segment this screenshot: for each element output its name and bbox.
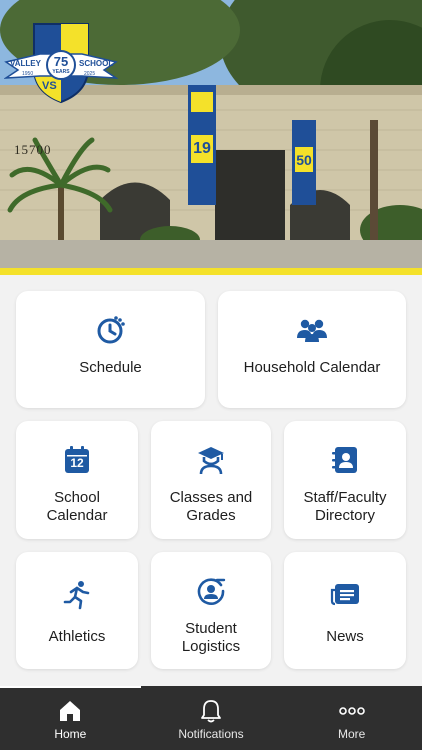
tile-label: Student Logistics bbox=[181, 620, 241, 655]
logo-right-text: SCHOOL bbox=[79, 59, 114, 68]
runner-icon bbox=[60, 578, 94, 612]
logo-start-year: 1950 bbox=[22, 71, 34, 77]
graduation-cap-icon bbox=[194, 443, 228, 477]
school-logo: VALLEY SCHOOL 75 YEARS 1950 2025 VS bbox=[4, 18, 118, 106]
nav-label: More bbox=[338, 727, 366, 741]
school-calendar-tile[interactable]: 12 School Calendar bbox=[16, 421, 138, 539]
tile-label: Classes and Grades bbox=[169, 489, 253, 524]
nav-home[interactable]: Home bbox=[0, 686, 141, 750]
logo-initials: VS bbox=[42, 80, 57, 92]
household-calendar-tile[interactable]: Household Calendar bbox=[218, 291, 406, 408]
more-dots-icon bbox=[338, 698, 365, 724]
calendar-day-number: 12 bbox=[70, 456, 84, 470]
staff-faculty-directory-tile[interactable]: Staff/Faculty Directory bbox=[284, 421, 406, 539]
contact-book-icon bbox=[328, 443, 362, 477]
athletics-tile[interactable]: Athletics bbox=[16, 552, 138, 669]
home-icon bbox=[58, 698, 82, 724]
schedule-tile[interactable]: Schedule bbox=[16, 291, 205, 408]
tile-label: Athletics bbox=[48, 628, 106, 645]
newspaper-icon bbox=[328, 578, 362, 612]
tile-label: Household Calendar bbox=[243, 359, 381, 376]
student-logistics-tile[interactable]: Student Logistics bbox=[151, 552, 271, 669]
news-tile[interactable]: News bbox=[284, 552, 406, 669]
nav-label: Notifications bbox=[178, 727, 244, 741]
nav-more[interactable]: More bbox=[281, 686, 422, 750]
clock-icon bbox=[94, 313, 128, 347]
tile-label: Schedule bbox=[79, 359, 142, 376]
logo-left-text: VALLEY bbox=[10, 59, 41, 68]
banner-left-number: 19 bbox=[193, 140, 211, 157]
bell-icon bbox=[199, 698, 223, 724]
building-number-text: 15700 bbox=[14, 142, 52, 157]
school-hero-image: 15700 19 50 VALLEY SCHOOL 75 YEARS 1950 … bbox=[0, 0, 422, 268]
nav-notifications[interactable]: Notifications bbox=[141, 686, 282, 750]
hero-accent-stripe bbox=[0, 268, 422, 275]
bottom-navigation-bar: Home Notifications More bbox=[0, 686, 422, 750]
family-icon bbox=[295, 313, 329, 347]
tile-label: Staff/Faculty Directory bbox=[303, 489, 387, 524]
tile-label: School Calendar bbox=[46, 489, 108, 524]
logo-end-year: 2025 bbox=[84, 71, 96, 77]
nav-label: Home bbox=[54, 727, 87, 741]
tile-label: News bbox=[326, 628, 364, 645]
calendar-icon: 12 bbox=[60, 443, 94, 477]
banner-right-number: 50 bbox=[296, 152, 312, 168]
logo-years: YEARS bbox=[52, 69, 70, 75]
student-location-icon bbox=[194, 574, 228, 608]
logo-number: 75 bbox=[53, 54, 69, 69]
classes-and-grades-tile[interactable]: Classes and Grades bbox=[151, 421, 271, 539]
active-tab-indicator bbox=[0, 686, 141, 688]
